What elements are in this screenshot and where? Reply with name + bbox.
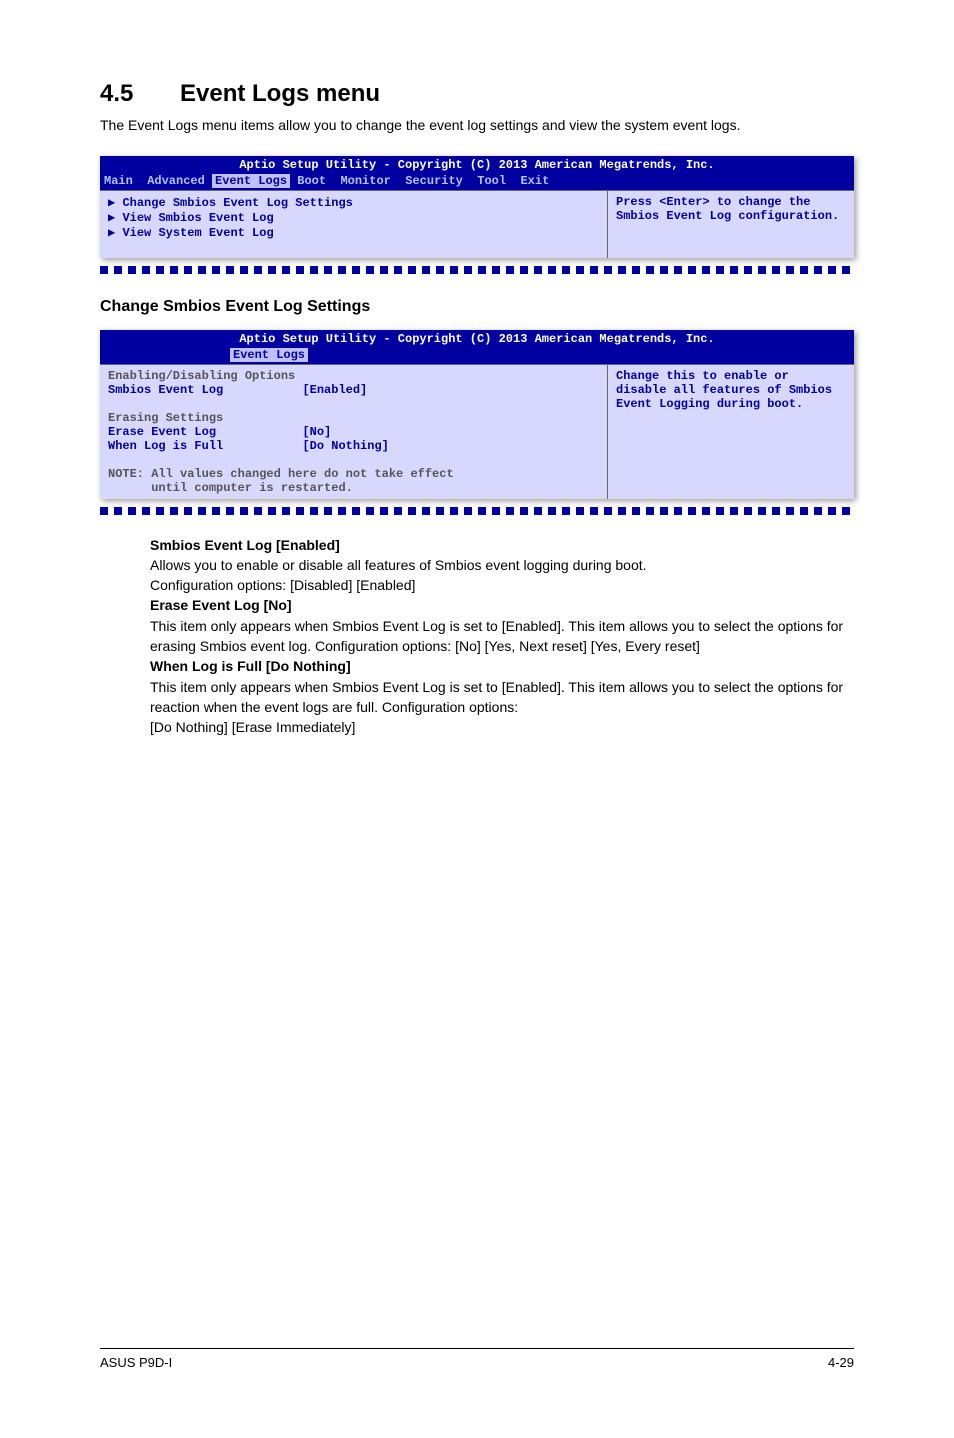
section-number: 4.5: [100, 80, 180, 108]
desc-smbios-line1: Allows you to enable or disable all feat…: [150, 555, 854, 575]
desc-smbios-line2: Configuration options: [Disabled] [Enabl…: [150, 575, 854, 595]
field-smbios-event-log-label: Smbios Event Log: [108, 383, 223, 397]
description-block: Smbios Event Log [Enabled] Allows you to…: [150, 535, 854, 738]
bios-title: Aptio Setup Utility - Copyright (C) 2013…: [100, 330, 854, 348]
desc-erase-line1: This item only appears when Smbios Event…: [150, 616, 854, 657]
group-enabling-disabling: Enabling/Disabling Options: [108, 369, 295, 383]
desc-whenfull-title: When Log is Full [Do Nothing]: [150, 656, 854, 676]
field-erase-event-log-value: [No]: [302, 425, 331, 439]
bios-screenshot-1: Aptio Setup Utility - Copyright (C) 2013…: [100, 156, 854, 258]
bios-note-line2: until computer is restarted.: [108, 481, 353, 495]
tabs-before: Main Advanced: [104, 174, 212, 188]
section-intro: The Event Logs menu items allow you to c…: [100, 116, 854, 136]
tab-event-logs: Event Logs: [230, 348, 308, 362]
section-name: Event Logs menu: [180, 80, 380, 107]
bios-body: ▶ Change Smbios Event Log Settings ▶ Vie…: [100, 190, 854, 258]
tear-edge: [100, 507, 854, 515]
page-footer: ASUS P9D-I 4-29: [100, 1348, 854, 1370]
triangle-icon: ▶: [108, 196, 122, 210]
bios-left-panel: ▶ Change Smbios Event Log Settings ▶ Vie…: [100, 191, 608, 258]
tear-edge: [100, 266, 854, 274]
section-title: 4.5Event Logs menu: [100, 80, 854, 108]
subheading-change-smbios: Change Smbios Event Log Settings: [100, 298, 854, 316]
field-when-log-full-label: When Log is Full: [108, 439, 223, 453]
bios-title: Aptio Setup Utility - Copyright (C) 2013…: [100, 156, 854, 174]
bios-tab-bar: Main Advanced Event Logs Boot Monitor Se…: [100, 174, 854, 190]
tabs-after: Boot Monitor Security Tool Exit: [290, 174, 549, 188]
field-erase-event-log-label: Erase Event Log: [108, 425, 216, 439]
bios-help-panel: Change this to enable or disable all fea…: [608, 365, 854, 499]
bios-help-panel: Press <Enter> to change the Smbios Event…: [608, 191, 854, 258]
triangle-icon: ▶: [108, 226, 122, 240]
bios-screenshot-2: Aptio Setup Utility - Copyright (C) 2013…: [100, 330, 854, 499]
bios-body: Enabling/Disabling Options Smbios Event …: [100, 364, 854, 499]
menu-view-smbios-event-log: View Smbios Event Log: [122, 211, 273, 225]
bios-note-line1: NOTE: All values changed here do not tak…: [108, 467, 454, 481]
bios-tab-bar-2: Event Logs: [100, 348, 854, 364]
menu-view-system-event-log: View System Event Log: [122, 226, 273, 240]
footer-page-number: 4-29: [828, 1355, 854, 1370]
menu-change-smbios-settings: Change Smbios Event Log Settings: [122, 196, 352, 210]
group-erasing-settings: Erasing Settings: [108, 411, 223, 425]
desc-whenfull-line2: [Do Nothing] [Erase Immediately]: [150, 717, 854, 737]
tab-event-logs: Event Logs: [212, 174, 290, 188]
desc-whenfull-line1: This item only appears when Smbios Event…: [150, 677, 854, 718]
desc-erase-title: Erase Event Log [No]: [150, 595, 854, 615]
desc-smbios-title: Smbios Event Log [Enabled]: [150, 535, 854, 555]
field-smbios-event-log-value: [Enabled]: [302, 383, 367, 397]
bios-left-panel: Enabling/Disabling Options Smbios Event …: [100, 365, 608, 499]
footer-product: ASUS P9D-I: [100, 1355, 172, 1370]
triangle-icon: ▶: [108, 211, 122, 225]
field-when-log-full-value: [Do Nothing]: [302, 439, 388, 453]
